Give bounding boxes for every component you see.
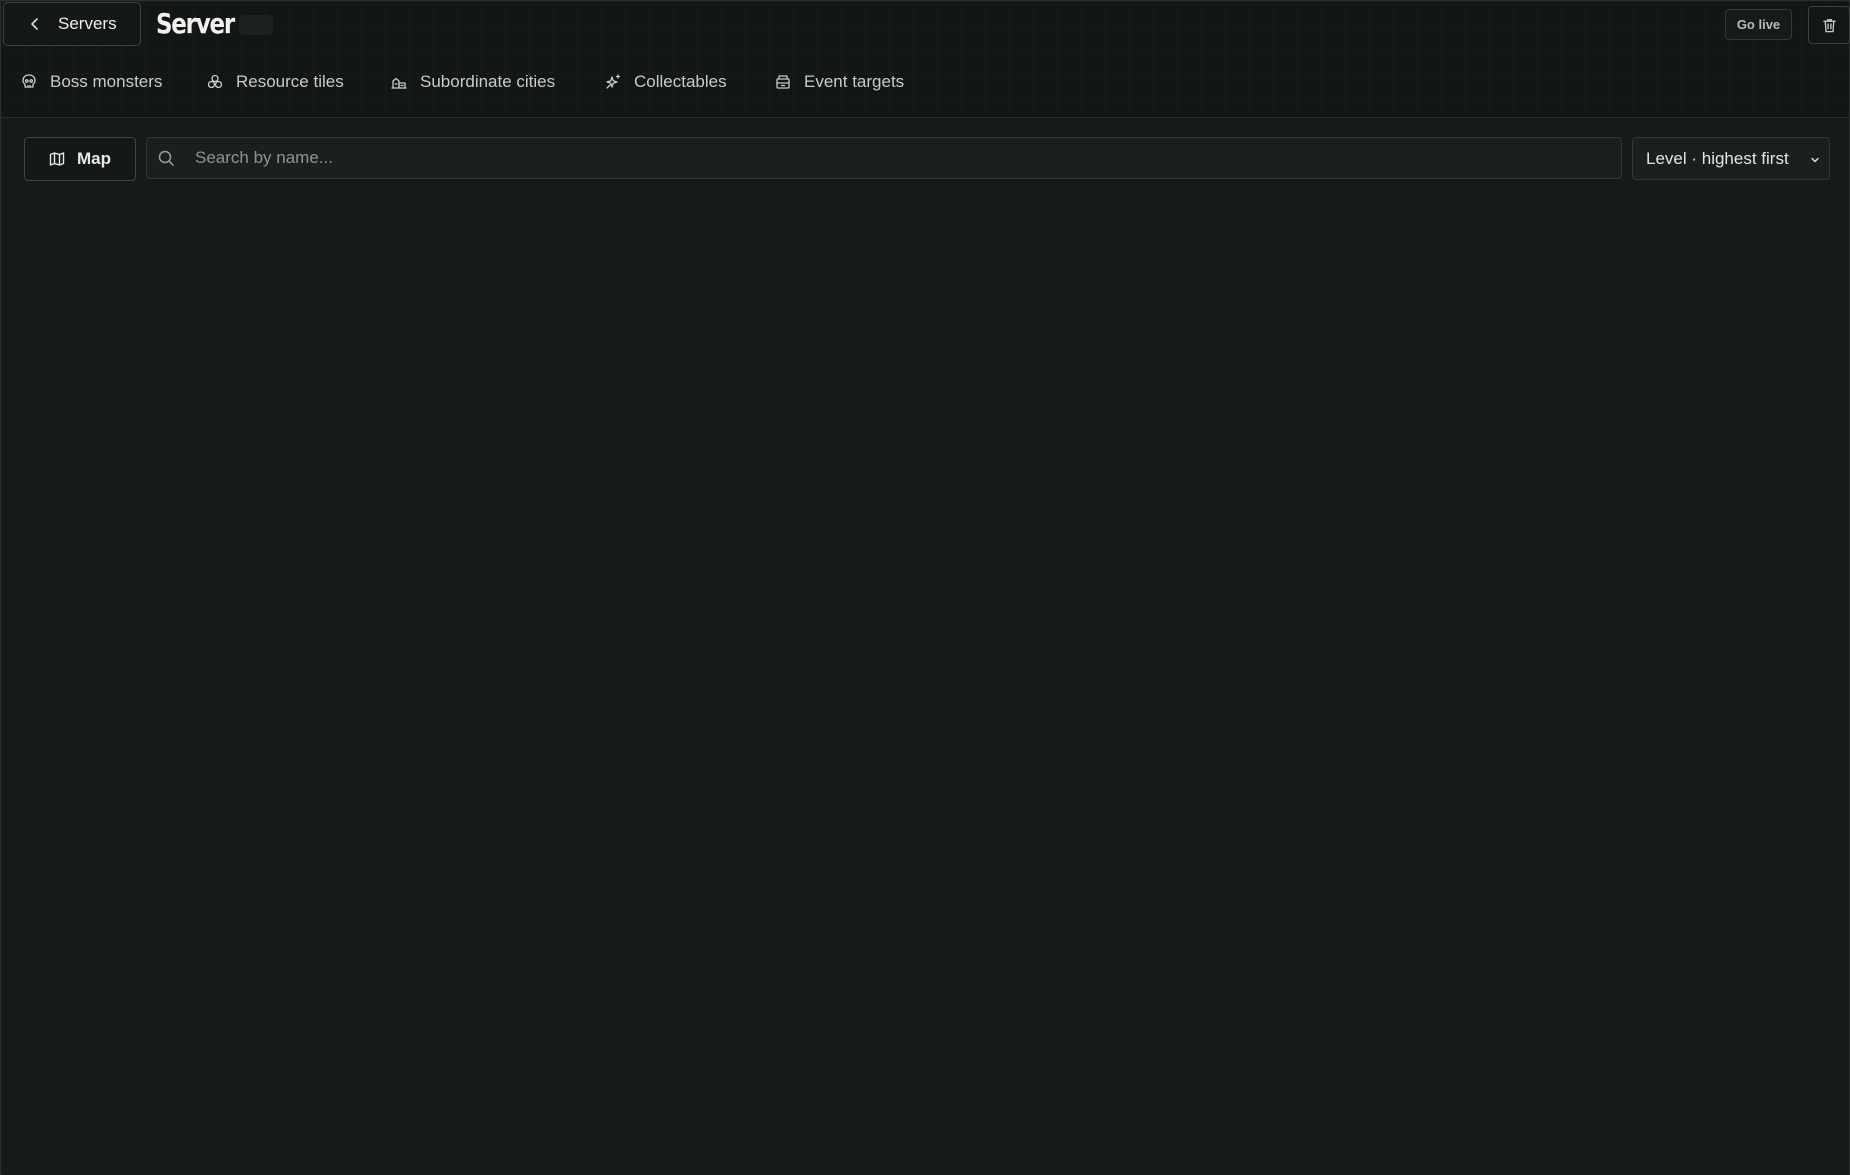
tab-label: Event targets xyxy=(804,72,905,91)
tab-resource-tiles[interactable]: Resource tiles xyxy=(206,65,344,99)
map-icon xyxy=(49,152,65,166)
map-view-button[interactable]: Map xyxy=(24,137,136,181)
go-live-button[interactable]: Go live xyxy=(1725,9,1792,40)
sort-select-value: Level · highest first xyxy=(1646,148,1789,168)
page-title: Server xyxy=(156,7,235,40)
app-window: Servers Server Go live Boss monsters Res… xyxy=(0,0,1850,1175)
search-input[interactable] xyxy=(195,138,1615,178)
tab-subordinate-cities[interactable]: Subordinate cities xyxy=(390,65,555,99)
sparkle-icon xyxy=(606,74,621,89)
search-box xyxy=(146,137,1622,179)
server-badge-placeholder xyxy=(239,15,273,35)
city-icon xyxy=(391,77,407,89)
back-to-servers-button[interactable]: Servers xyxy=(3,2,141,46)
skull-icon xyxy=(22,74,36,88)
tab-collectables[interactable]: Collectables xyxy=(604,65,727,99)
map-button-label: Map xyxy=(77,149,111,168)
target-building-icon xyxy=(776,75,790,89)
tab-label: Subordinate cities xyxy=(420,72,556,91)
top-bar: Servers Server Go live xyxy=(1,1,1850,53)
tab-label: Boss monsters xyxy=(50,72,163,91)
tab-label: Resource tiles xyxy=(236,72,344,91)
chevron-left-icon xyxy=(31,18,38,30)
main-panel: Map Level · highest first xyxy=(2,118,1849,1175)
back-button-label: Servers xyxy=(58,14,117,33)
tab-boss-monsters[interactable]: Boss monsters xyxy=(20,65,162,99)
search-icon xyxy=(158,150,174,166)
delete-button[interactable] xyxy=(1808,6,1850,44)
tab-event-targets[interactable]: Event targets xyxy=(774,65,904,99)
sort-select[interactable]: Level · highest first xyxy=(1632,137,1830,180)
trash-icon xyxy=(1822,18,1836,32)
chevron-down-icon xyxy=(1811,157,1819,163)
tab-label: Collectables xyxy=(634,72,727,91)
resources-icon xyxy=(207,74,223,89)
